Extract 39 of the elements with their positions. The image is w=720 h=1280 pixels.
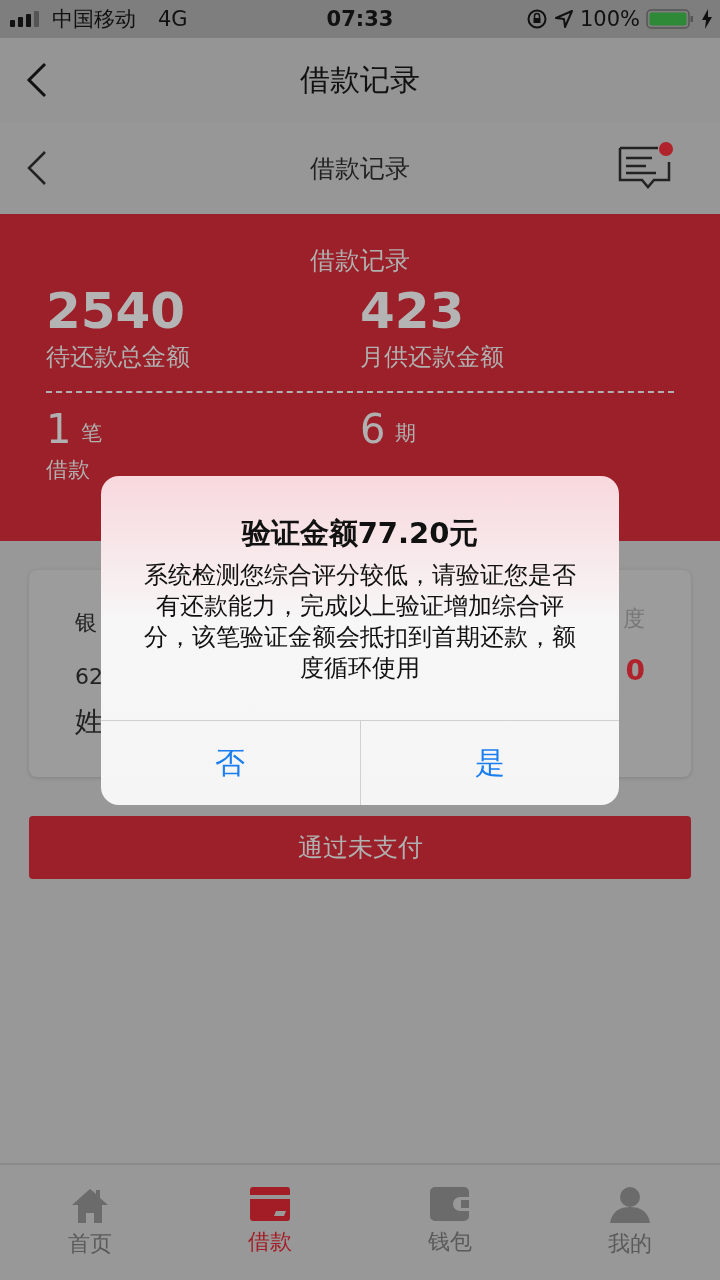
count-unit: 笔 <box>81 420 103 447</box>
card-text: 姓 <box>75 704 103 740</box>
dialog-message: 系统检测您综合评分较低，请验证您是否有还款能力，完成以上验证增加综合评分，该笔验证金额会抵扣到首期还款，额度循环使用 <box>143 560 577 684</box>
dialog-title: 验证金额77.20元 <box>241 515 479 552</box>
action-button[interactable]: 通过未支付 <box>29 816 691 879</box>
stat-label: 月供还款金额 <box>360 342 505 373</box>
network-type: 4G <box>158 7 188 31</box>
user-icon <box>610 1187 650 1223</box>
tab-item[interactable]: 钱包 <box>360 1165 540 1280</box>
card-icon <box>250 1187 290 1221</box>
stat-label: 待还款总金额 <box>46 342 191 373</box>
rotation-lock-icon <box>525 8 548 30</box>
back-button[interactable] <box>26 62 48 98</box>
header-title: 借款记录 <box>310 152 410 185</box>
nav-title: 借款记录 <box>300 60 420 99</box>
location-icon <box>553 9 574 29</box>
card-text: 银 <box>75 609 98 637</box>
carrier-name: 中国移动 <box>52 6 136 33</box>
summary-title: 借款记录 <box>309 245 411 277</box>
battery-icon <box>646 8 696 30</box>
stat-value: 2540 <box>46 281 187 341</box>
dialog-button[interactable]: 是 <box>359 721 619 805</box>
battery-percent: 100% <box>579 7 640 31</box>
count-value: 1 <box>46 407 72 451</box>
card-amount: 0 <box>625 654 645 687</box>
dialog-button[interactable]: 否 <box>101 721 360 805</box>
charging-icon <box>702 9 712 29</box>
tab-item[interactable]: 我的 <box>540 1165 720 1280</box>
tab-item[interactable]: 首页 <box>0 1165 180 1280</box>
stat-value: 423 <box>360 281 466 341</box>
back-button[interactable] <box>26 150 48 186</box>
status-time: 07:33 <box>326 7 394 31</box>
count-label: 借款 <box>46 456 91 484</box>
card-text: 62 <box>75 664 103 689</box>
count-value: 6 <box>360 407 386 451</box>
count-unit: 期 <box>395 420 417 447</box>
home-icon <box>70 1187 110 1223</box>
wallet-icon <box>430 1187 470 1221</box>
tab-item[interactable]: 借款 <box>180 1165 360 1280</box>
